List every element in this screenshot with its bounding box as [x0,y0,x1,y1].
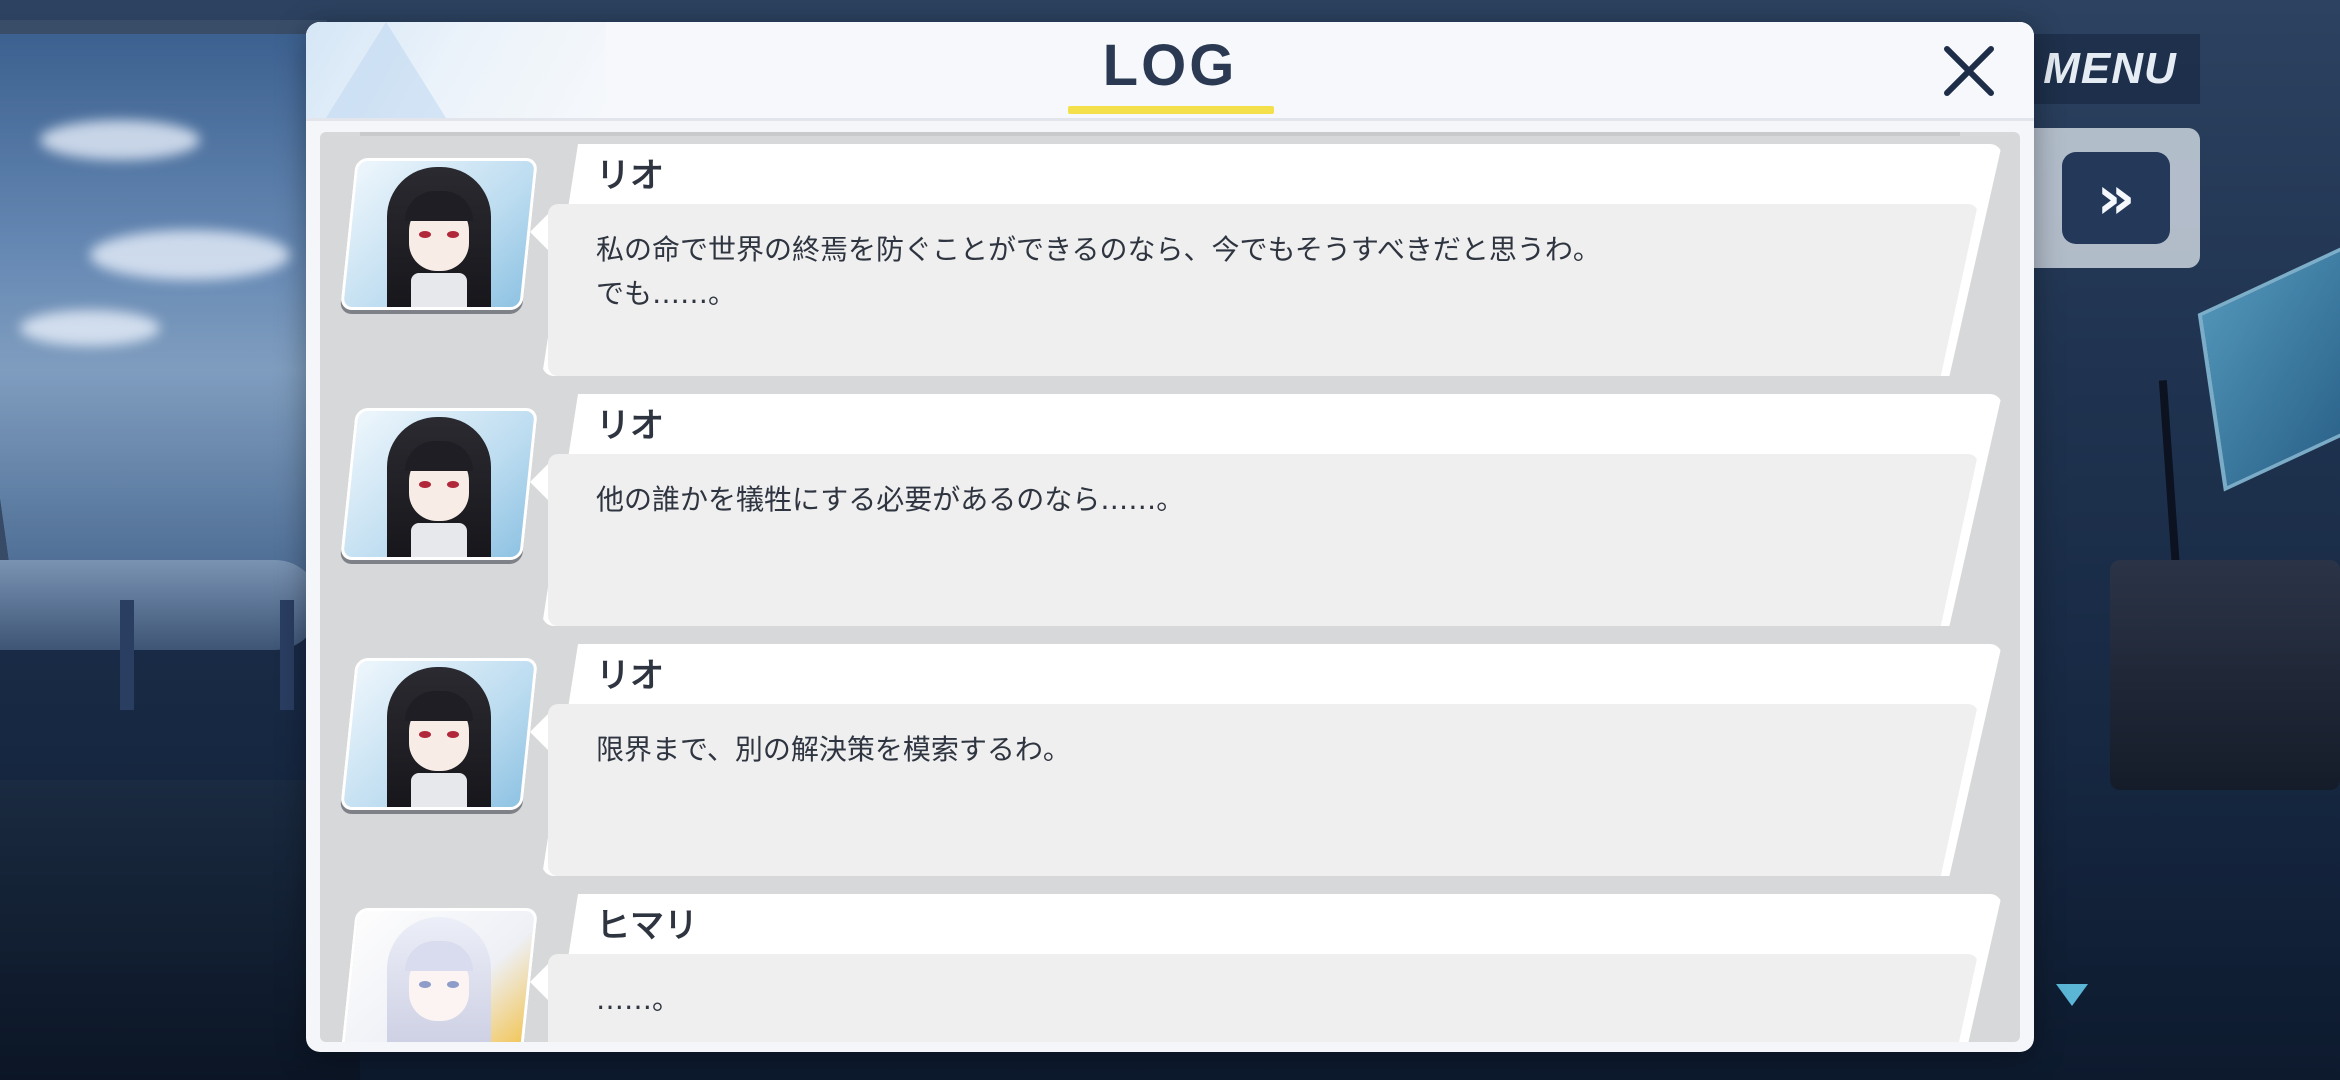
dialogue-bubble: リオ 私の命で世界の終焉を防ぐことができるのなら、今でもそうすべきだと思うわ。 … [530,144,2002,376]
background-cloud [90,230,290,280]
dialogue-bubble: ヒマリ ……。 [530,894,2002,1042]
log-entry: リオ 私の命で世界の終焉を防ぐことができるのなら、今でもそうすべきだと思うわ。 … [320,132,2020,376]
background-cloud [20,310,160,346]
rio-portrait [340,408,538,560]
log-entry: リオ 他の誰かを犠牲にする必要があるのなら……。 [320,382,2020,626]
background-pipe-band [280,600,294,710]
dialogue-bubble: リオ 限界まで、別の解決策を模索するわ。 [530,644,2002,876]
speaker-name: リオ [596,656,664,696]
speaker-name: リオ [596,156,664,196]
dialogue-text: ……。 [596,983,681,1016]
himari-portrait [340,908,538,1042]
background-cloud [40,120,200,160]
log-entry: リオ 限界まで、別の解決策を模索するわ。 [320,632,2020,876]
close-icon [1944,46,1994,96]
background-pipe-band [120,600,134,710]
bubble-tail [530,964,548,1000]
log-dialog: LOG リオ 私の命で世界の終焉を防ぐことができるのなら、今でもそうすべきだと思… [306,22,2034,1052]
background-monitor [2197,236,2340,492]
fast-forward-icon: » [2096,163,2136,233]
title-underline [1068,106,1274,114]
dialogue-text: 私の命で世界の終焉を防ぐことができるのなら、今でもそうすべきだと思うわ。 でも…… [596,233,1601,310]
log-entry: ヒマリ ……。 [320,882,2020,1042]
scroll-down-icon[interactable] [2056,984,2088,1006]
menu-button[interactable]: MENU [2020,34,2200,104]
background-equipment [2110,560,2340,790]
rio-portrait [340,658,538,810]
dialogue-text: 他の誰かを犠牲にする必要があるのなら……。 [596,483,1185,516]
fast-forward-button[interactable]: » [2062,152,2170,244]
speaker-name: リオ [596,406,664,446]
bubble-tail [530,214,548,250]
background-pipe [0,560,320,650]
dialogue-text: 限界まで、別の解決策を模索するわ。 [596,733,1071,766]
log-header: LOG [306,22,2034,121]
rio-portrait [340,158,538,310]
speaker-name: ヒマリ [596,906,698,946]
log-title: LOG [1102,33,1238,98]
log-list[interactable]: リオ 私の命で世界の終焉を防ぐことができるのなら、今でもそうすべきだと思うわ。 … [320,132,2020,1042]
dialogue-bubble: リオ 他の誰かを犠牲にする必要があるのなら……。 [530,394,2002,626]
close-button[interactable] [1934,36,2004,106]
bubble-tail [530,714,548,750]
bubble-tail [530,464,548,500]
